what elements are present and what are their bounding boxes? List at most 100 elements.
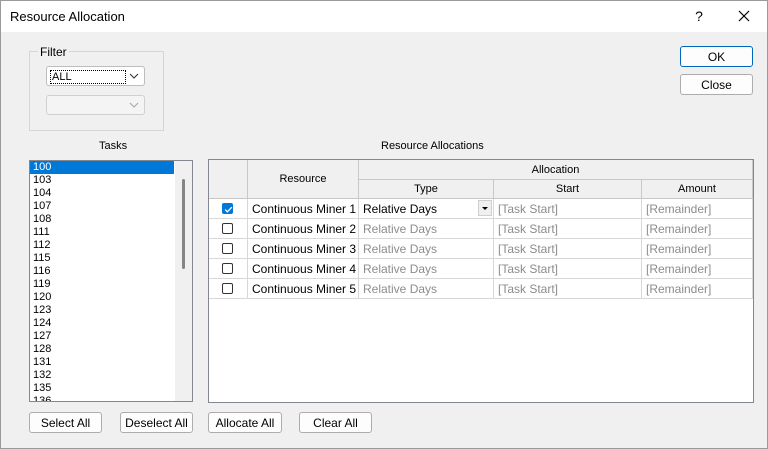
cell-type-field[interactable]: Relative Days [359,279,494,299]
row-checkbox-cell[interactable] [209,219,248,239]
row-checkbox-cell[interactable] [209,259,248,279]
task-item[interactable]: 124 [30,317,174,330]
cell-amount: [Remainder] [646,242,712,256]
cell-resource-field[interactable]: Continuous Miner 2 [248,219,359,239]
cell-amount-field[interactable]: [Remainder] [642,219,753,239]
cell-type-field[interactable]: Relative Days [359,239,494,259]
header-amount[interactable]: Amount [642,180,753,199]
cell-type-field[interactable]: Relative Days [359,259,494,279]
header-resource: Resource [248,160,359,199]
task-item[interactable]: 131 [30,356,174,369]
row-checkbox[interactable] [222,263,233,274]
task-item[interactable]: 115 [30,252,174,265]
deselect-all-button[interactable]: Deselect All [120,412,193,433]
task-item[interactable]: 128 [30,343,174,356]
cell-resource-field[interactable]: Continuous Miner 4 [248,259,359,279]
row-checkbox-cell[interactable] [209,279,248,299]
allocate-all-button[interactable]: Allocate All [208,412,282,433]
cell-start-field[interactable]: [Task Start] [494,219,642,239]
scroll-thumb[interactable] [182,179,185,269]
cell-resource-field[interactable]: Continuous Miner 1 [248,199,359,219]
cell-amount-field[interactable]: [Remainder] [642,259,753,279]
task-item[interactable]: 108 [30,213,174,226]
help-button[interactable]: ? [684,4,714,28]
table-row[interactable]: Continuous Miner 5 Relative Days [Task Sta… [209,279,753,299]
window-title: Resource Allocation [10,9,125,24]
select-all-button[interactable]: Select All [29,412,102,433]
tasks-list[interactable]: 100 103 104 107 108 111 112 115 116 119 120 123 124 1… [29,160,193,402]
task-item[interactable]: 103 [30,174,174,187]
close-button[interactable]: Close [680,74,753,95]
cell-resource: Continuous Miner 1 [252,202,357,216]
caret-down-icon [482,207,488,210]
resource-allocations-grid: Resource Allocation Type Start Amount Co… [208,159,754,403]
cell-amount: [Remainder] [646,262,712,276]
header-corner [209,160,248,199]
row-checkbox-cell[interactable] [209,239,248,259]
table-row[interactable]: Continuous Miner 2 Relative Days [Task Sta… [209,219,753,239]
chevron-down-icon [129,73,139,79]
cell-start: [Task Start] [498,262,559,276]
close-window-button[interactable] [729,4,759,28]
filter-group [29,51,164,131]
row-checkbox-cell[interactable] [209,199,248,219]
row-checkbox[interactable] [222,203,233,214]
tasks-label: Tasks [99,140,128,152]
cell-amount-field[interactable]: [Remainder] [642,279,753,299]
task-item[interactable]: 120 [30,291,174,304]
cell-resource: Continuous Miner 4 [252,262,357,276]
task-item[interactable]: 100 [30,161,174,174]
cell-resource: Continuous Miner 3 [252,242,357,256]
task-item[interactable]: 112 [30,239,174,252]
cell-resource-field[interactable]: Continuous Miner 5 [248,279,359,299]
type-dropdown-button[interactable] [478,200,492,216]
cell-amount-field[interactable]: [Remainder] [642,199,753,219]
task-item[interactable]: 123 [30,304,174,317]
cell-resource-field[interactable]: Continuous Miner 3 [248,239,359,259]
tasks-scrollbar[interactable] [175,161,192,401]
filter-primary-select[interactable]: ALL [46,66,145,86]
cell-start-field[interactable]: [Task Start] [494,259,642,279]
cell-type-field[interactable]: Relative Days [359,199,494,219]
resource-allocations-label: Resource Allocations [381,140,484,152]
filter-primary-value: ALL [50,70,126,84]
row-checkbox[interactable] [222,283,233,294]
header-start[interactable]: Start [494,180,642,199]
cell-start-field[interactable]: [Task Start] [494,199,642,219]
filter-secondary-select[interactable] [46,95,145,115]
chevron-down-icon [129,102,139,108]
cell-start: [Task Start] [498,202,559,216]
table-row[interactable]: Continuous Miner 4 Relative Days [Task Sta… [209,259,753,279]
row-checkbox[interactable] [222,223,233,234]
cell-type: Relative Days [363,262,438,276]
cell-start-field[interactable]: [Task Start] [494,279,642,299]
table-row[interactable]: Continuous Miner 1 Relative Days [Task Sta… [209,199,753,219]
cell-resource: Continuous Miner 2 [252,222,357,236]
task-item[interactable]: 127 [30,330,174,343]
table-row[interactable]: Continuous Miner 3 Relative Days [Task Sta… [209,239,753,259]
cell-start-field[interactable]: [Task Start] [494,239,642,259]
header-type[interactable]: Type [359,180,494,199]
cell-type: Relative Days [363,202,438,216]
task-item[interactable]: 136 [30,395,174,401]
cell-start: [Task Start] [498,282,559,296]
cell-type-field[interactable]: Relative Days [359,219,494,239]
checkmark-icon [224,206,233,213]
task-items: 100 103 104 107 108 111 112 115 116 119 120 123 124 1… [30,161,192,401]
filter-legend: Filter [38,45,69,59]
task-item[interactable]: 119 [30,278,174,291]
cell-amount: [Remainder] [646,202,712,216]
task-item[interactable]: 107 [30,200,174,213]
cell-amount-field[interactable]: [Remainder] [642,239,753,259]
clear-all-button[interactable]: Clear All [299,412,372,433]
task-item[interactable]: 116 [30,265,174,278]
cell-resource: Continuous Miner 5 [252,282,357,296]
ok-button[interactable]: OK [680,46,753,67]
task-item[interactable]: 111 [30,226,174,239]
task-item[interactable]: 135 [30,382,174,395]
row-checkbox[interactable] [222,243,233,254]
task-item[interactable]: 132 [30,369,174,382]
task-item[interactable]: 104 [30,187,174,200]
cell-type: Relative Days [363,282,438,296]
header-allocation: Allocation [359,160,753,180]
